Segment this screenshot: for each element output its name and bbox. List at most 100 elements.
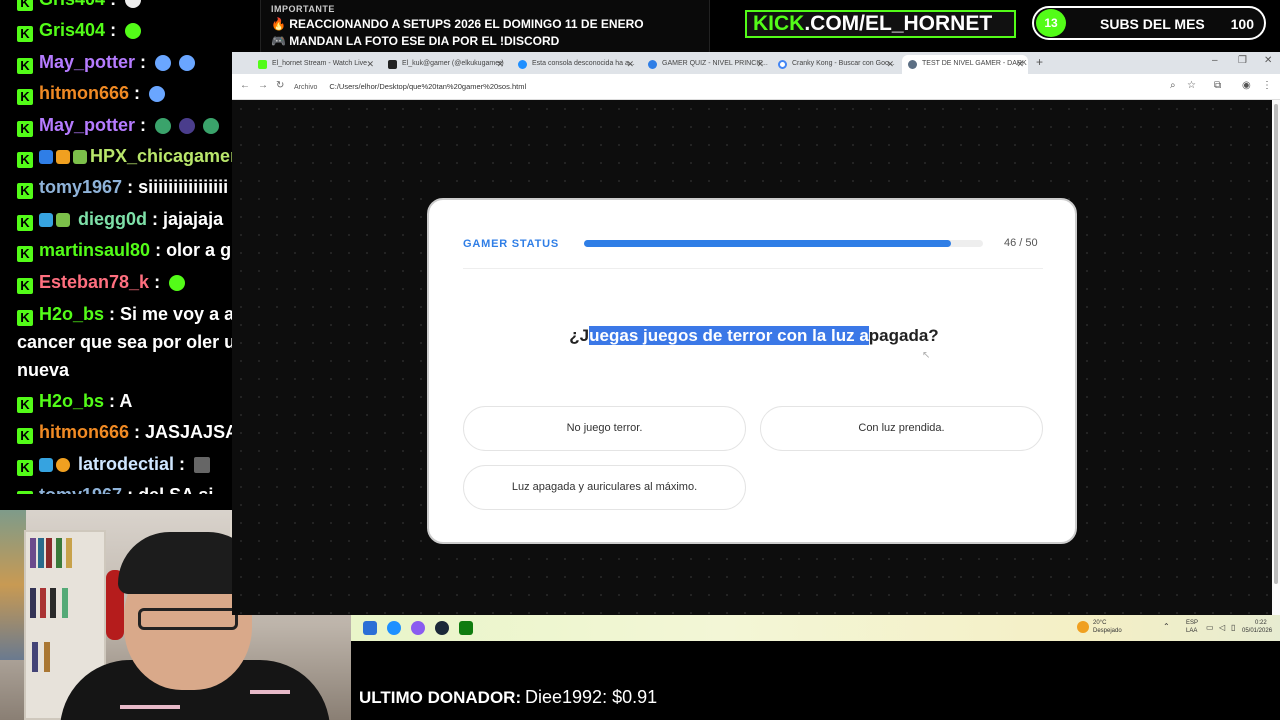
- kick-badge-icon: K: [17, 214, 33, 231]
- gamer-status-label: GAMER STATUS: [463, 238, 559, 250]
- close-icon[interactable]: ✕: [626, 59, 634, 70]
- channel-url-text: .COM/EL_HORNET: [804, 12, 993, 35]
- battery-icon[interactable]: ▯: [1231, 623, 1235, 632]
- file-label: Archivo: [294, 84, 318, 91]
- chat-username: martinsaul80: [39, 240, 151, 261]
- globe-icon: [908, 60, 917, 69]
- kick-badge-icon: K: [17, 246, 33, 263]
- emote-icon: [155, 54, 172, 71]
- chat-text: jajajaja: [163, 208, 224, 229]
- close-icon[interactable]: ✕: [366, 59, 374, 70]
- emote-icon: [149, 86, 166, 103]
- bookmark-star-icon[interactable]: ☆: [1187, 80, 1196, 91]
- tab-strip: El_hornet Stream - Watch Live ✕ El_kuk@ga…: [232, 52, 1280, 74]
- scrollbar[interactable]: [1272, 100, 1280, 615]
- kick-badge-icon: K: [17, 277, 33, 294]
- emote-icon: [203, 117, 220, 134]
- kick-badge-icon: K: [17, 310, 33, 327]
- tab-label: TEST DE NIVEL GAMER - DARK: [922, 60, 1027, 67]
- subs-goal-widget: 13 SUBS DEL MES 100: [1032, 6, 1266, 40]
- edge-app-icon[interactable]: [387, 621, 401, 635]
- back-icon[interactable]: ←: [240, 80, 250, 91]
- google-icon: [778, 60, 787, 69]
- tab-label: El_kuk@gamer (@elkukugamer): [402, 60, 504, 67]
- lang-code[interactable]: ESP: [1186, 620, 1198, 626]
- chevron-up-icon[interactable]: ⌃: [1163, 622, 1170, 631]
- kick-badge-icon: K: [17, 428, 33, 445]
- sub-badge-icon: [39, 150, 53, 165]
- weather-icon[interactable]: [1077, 621, 1089, 633]
- option-luz-apagada[interactable]: Luz apagada y auriculares al máximo.: [463, 465, 746, 510]
- tab-label: Cranky Kong - Buscar con Goo...: [792, 60, 895, 67]
- taskbar: 20°C Despejado ⌃ ESP LAA ▭ ◁ ▯ 0:22 05/0…: [351, 615, 1280, 641]
- subs-goal: 100: [1230, 16, 1254, 32]
- network-icon[interactable]: ▭: [1206, 623, 1214, 632]
- kick-badge-icon: K: [17, 397, 33, 414]
- star-badge-icon: [73, 150, 87, 165]
- question-part: pagada?: [868, 326, 939, 345]
- favicon-icon: [648, 60, 657, 69]
- emote-icon: [179, 117, 196, 134]
- profile-icon[interactable]: ◉: [1242, 80, 1251, 91]
- kick-badge-icon: K: [17, 120, 33, 137]
- clock-time[interactable]: 0:22: [1255, 620, 1267, 626]
- tab-kick-stream[interactable]: El_hornet Stream - Watch Live ✕: [252, 55, 378, 74]
- volume-icon[interactable]: ◁: [1219, 623, 1225, 632]
- quiz-card: GAMER STATUS 46 / 50 ¿Juegas juegos de t…: [427, 198, 1077, 544]
- announcement-line-1: 🔥 REACCIONANDO A SETUPS 2026 EL DOMINGO …: [271, 17, 644, 31]
- browser-window: El_hornet Stream - Watch Live ✕ El_kuk@ga…: [232, 52, 1280, 615]
- scrollbar-thumb[interactable]: [1274, 104, 1278, 584]
- restore-icon[interactable]: ❐: [1238, 55, 1247, 66]
- close-window-icon[interactable]: ✕: [1264, 55, 1272, 66]
- steam-app-icon[interactable]: [435, 621, 449, 635]
- emote-icon: [155, 117, 172, 134]
- announcement-line-2: 🎮 MANDAN LA FOTO ESE DIA POR EL !DISCORD: [271, 34, 560, 48]
- extensions-icon[interactable]: ⧉: [1214, 80, 1221, 91]
- emote-icon: [179, 54, 196, 71]
- chat-username: diegg0d: [78, 208, 148, 229]
- tab-console[interactable]: Esta consola desconocida ha a... ✕: [512, 55, 638, 74]
- tab-label: El_hornet Stream - Watch Live: [272, 60, 368, 67]
- chat-text: del SA si: [138, 485, 213, 494]
- bars-badge-icon: [56, 212, 70, 227]
- reload-icon[interactable]: ↻: [276, 80, 284, 91]
- url-field[interactable]: Archivo C:/Users/elhor/Desktop/que%20tan%…: [294, 79, 1094, 95]
- discord-app-icon[interactable]: [411, 621, 425, 635]
- chat-username: May_potter: [39, 114, 136, 135]
- kick-logo-text: KICK: [753, 12, 805, 35]
- new-tab-icon[interactable]: +: [1036, 55, 1043, 69]
- kick-badge-icon: K: [17, 152, 33, 169]
- close-icon[interactable]: ✕: [756, 59, 764, 70]
- url-text: C:/Users/elhor/Desktop/que%20tan%20gamer…: [329, 82, 527, 91]
- kick-badge-icon: K: [17, 26, 33, 43]
- emote-icon: [169, 274, 186, 291]
- close-icon[interactable]: ✕: [496, 59, 504, 70]
- announcement-title: IMPORTANTE: [271, 4, 335, 14]
- kick-favicon-icon: [258, 60, 267, 69]
- divider: [463, 268, 1043, 269]
- tab-google-search[interactable]: Cranky Kong - Buscar con Goo... ✕: [772, 55, 898, 74]
- kick-badge-icon: K: [17, 459, 33, 476]
- coin-badge-icon: [56, 457, 70, 472]
- close-icon[interactable]: ✕: [1016, 59, 1024, 70]
- close-icon[interactable]: ✕: [886, 59, 894, 70]
- chat-username: Esteban78_k: [39, 271, 150, 292]
- tab-gamer-quiz[interactable]: GAMER QUIZ - NIVEL PRINCIP... ✕: [642, 55, 768, 74]
- chat-username: hitmon666: [39, 83, 130, 104]
- chat-username: HPX_chicagamer: [90, 146, 238, 167]
- option-con-luz-prendida[interactable]: Con luz prendida.: [760, 406, 1043, 451]
- calendar-app-icon[interactable]: [363, 621, 377, 635]
- tab-test-nivel-gamer[interactable]: TEST DE NIVEL GAMER - DARK ✕: [902, 55, 1028, 74]
- clock-date[interactable]: 05/01/2026: [1242, 628, 1272, 634]
- menu-icon[interactable]: ⋮: [1262, 80, 1272, 91]
- minimize-icon[interactable]: –: [1212, 55, 1218, 66]
- lang-layout[interactable]: LAA: [1186, 628, 1197, 634]
- zoom-icon[interactable]: ⌕: [1170, 80, 1176, 91]
- subs-count: 13: [1036, 9, 1066, 37]
- forward-icon[interactable]: →: [258, 80, 268, 91]
- progress-fill: [584, 240, 952, 247]
- question-part: ¿J: [569, 326, 590, 345]
- xbox-app-icon[interactable]: [459, 621, 473, 635]
- tab-instagram[interactable]: El_kuk@gamer (@elkukugamer) ✕: [382, 55, 508, 74]
- option-no-juego-terror[interactable]: No juego terror.: [463, 406, 746, 451]
